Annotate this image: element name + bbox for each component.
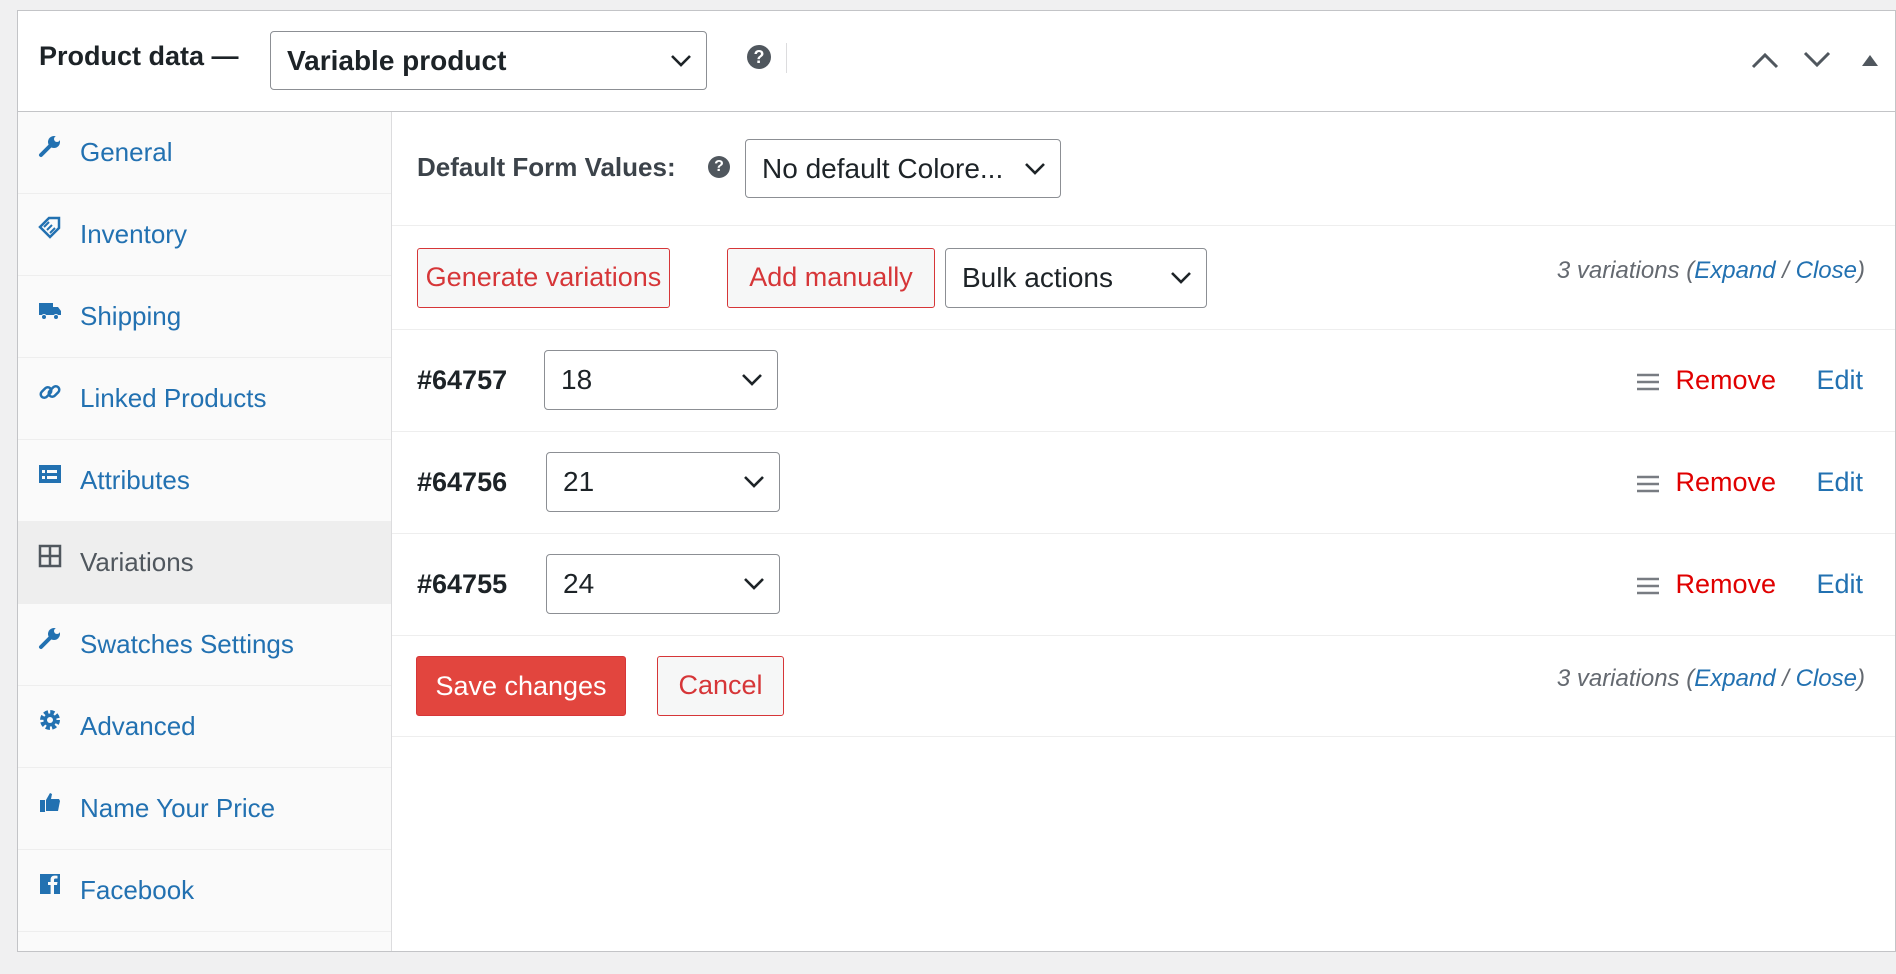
tab-label: Inventory (80, 219, 187, 249)
variation-count: 3 variations (Expand / Close) (1557, 257, 1865, 285)
facebook-icon (40, 874, 60, 894)
help-icon[interactable]: ? (708, 156, 730, 178)
link-icon (39, 384, 61, 400)
tab-swatches-settings[interactable]: Swatches Settings (18, 604, 391, 686)
edit-variation-link[interactable]: Edit (1816, 569, 1863, 600)
product-type-select[interactable]: Variable product (270, 31, 707, 90)
tab-inventory[interactable]: Inventory (18, 194, 391, 276)
panel-header: Product data — Variable product ? (18, 11, 1895, 112)
save-changes-button[interactable]: Save changes (416, 656, 626, 716)
tab-label: Advanced (80, 711, 196, 741)
bulk-actions-value: Bulk actions (962, 262, 1113, 293)
chevron-down-icon (1025, 162, 1045, 175)
move-up-icon[interactable] (1751, 51, 1779, 69)
tab-label: Facebook (80, 875, 195, 905)
variations-panel: Default Form Values: ? No default Colore… (392, 112, 1895, 951)
wrench-icon (39, 628, 60, 649)
expand-link[interactable]: Expand (1694, 665, 1775, 692)
tab-attributes[interactable]: Attributes (18, 440, 391, 522)
wrench-icon (39, 136, 60, 157)
variation-count-text: 3 variations ( (1556, 257, 1695, 284)
expand-link[interactable]: Expand (1694, 257, 1775, 284)
chevron-down-icon (671, 54, 691, 67)
tab-name-your-price[interactable]: Name Your Price (18, 768, 391, 850)
tab-advanced[interactable]: Advanced (18, 686, 391, 768)
tab-label: Attributes (80, 465, 190, 495)
variation-attribute-select[interactable]: 21 (546, 452, 780, 512)
tab-label: Variations (80, 547, 194, 577)
tab-linked-products[interactable]: Linked Products (18, 358, 391, 440)
move-down-icon[interactable] (1803, 51, 1831, 69)
close-link[interactable]: Close (1796, 665, 1857, 692)
tab-label: Name Your Price (80, 793, 276, 823)
collapse-toggle-icon[interactable] (1861, 53, 1879, 67)
variation-row: #64757 18 Remove Edit (392, 329, 1895, 432)
variation-id: #64755 (417, 569, 508, 599)
help-icon[interactable]: ? (747, 45, 771, 69)
default-form-label: Default Form Values: (417, 152, 676, 182)
variation-row: #64756 21 Remove Edit (392, 431, 1895, 534)
variation-attribute-value: 18 (561, 364, 593, 395)
cancel-button[interactable]: Cancel (657, 656, 784, 716)
variation-row: #64755 24 Remove Edit (392, 533, 1895, 636)
chevron-down-icon (1171, 272, 1191, 284)
drag-handle-icon[interactable] (1636, 475, 1660, 493)
product-type-value: Variable product (287, 44, 507, 76)
variation-attribute-value: 24 (563, 568, 595, 599)
variation-attribute-select[interactable]: 18 (544, 350, 778, 410)
variation-id: #64756 (417, 467, 508, 497)
tab-facebook[interactable]: Facebook (18, 850, 391, 932)
tab-label: Shipping (80, 301, 182, 331)
edit-variation-link[interactable]: Edit (1816, 467, 1863, 498)
paren-close: ) (1857, 257, 1865, 284)
variation-count: 3 variations (Expand / Close) (1557, 665, 1865, 693)
tab-shipping[interactable]: Shipping (18, 276, 391, 358)
panel-title: Product data — (39, 41, 239, 71)
drag-handle-icon[interactable] (1636, 373, 1660, 391)
remove-variation-link[interactable]: Remove (1675, 569, 1776, 600)
variation-count-text: 3 variations ( (1556, 665, 1695, 692)
tab-general[interactable]: General (18, 112, 391, 194)
add-manually-button[interactable]: Add manually (727, 248, 935, 308)
header-divider (786, 43, 787, 73)
chevron-down-icon (744, 476, 764, 488)
gear-icon (40, 710, 60, 730)
separator: / (1775, 665, 1796, 692)
list-card-icon (39, 465, 61, 483)
chevron-down-icon (744, 578, 764, 590)
default-color-value: No default Colore... (762, 152, 1004, 184)
tab-label: Swatches Settings (80, 629, 294, 659)
separator: / (1775, 257, 1796, 284)
generate-variations-button[interactable]: Generate variations (417, 248, 670, 308)
tab-label: General (80, 137, 173, 167)
tab-variations[interactable]: Variations (18, 522, 391, 604)
thumbs-up-icon (40, 793, 60, 812)
chevron-down-icon (742, 374, 762, 386)
product-data-tabs: General Inventory Shipping Linked Produc… (18, 112, 392, 951)
product-data-panel: Product data — Variable product ? Genera… (17, 10, 1896, 952)
truck-icon (39, 303, 61, 320)
variation-id: #64757 (417, 365, 508, 395)
variations-toolbar: Generate variations Add manually Bulk ac… (392, 225, 1895, 330)
grid-icon (38, 544, 62, 568)
default-form-row: Default Form Values: ? No default Colore… (392, 112, 1895, 226)
variation-attribute-value: 21 (563, 466, 595, 497)
edit-variation-link[interactable]: Edit (1816, 365, 1863, 396)
remove-variation-link[interactable]: Remove (1675, 467, 1776, 498)
save-row: Save changes Cancel 3 variations (Expand… (392, 635, 1895, 737)
drag-handle-icon[interactable] (1636, 577, 1660, 595)
bulk-actions-select[interactable]: Bulk actions (945, 248, 1207, 308)
default-color-select[interactable]: No default Colore... (745, 139, 1061, 198)
close-link[interactable]: Close (1796, 257, 1857, 284)
tab-label: Linked Products (80, 383, 267, 413)
remove-variation-link[interactable]: Remove (1675, 365, 1776, 396)
tag-icon (38, 216, 61, 239)
paren-close: ) (1857, 665, 1865, 692)
variation-attribute-select[interactable]: 24 (546, 554, 780, 614)
